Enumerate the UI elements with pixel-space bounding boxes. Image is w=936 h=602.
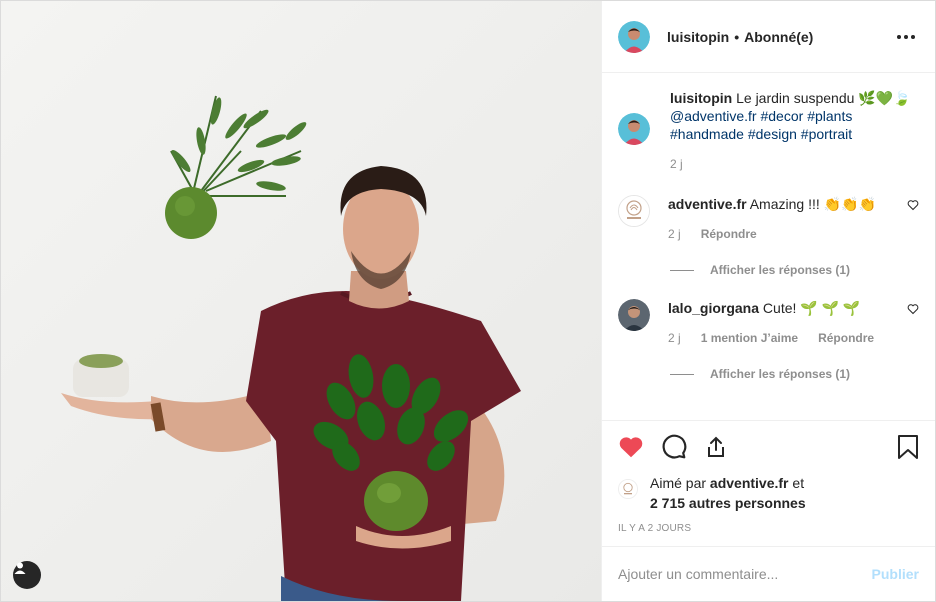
separator-dot: • (734, 28, 740, 45)
like-comment-heart-icon[interactable] (907, 199, 919, 211)
caption-username[interactable]: luisitopin (670, 90, 732, 106)
other-likers-link[interactable]: 2 715 autres personnes (650, 495, 806, 511)
hashtag[interactable]: #plants (807, 108, 852, 124)
more-options-icon[interactable] (893, 31, 919, 43)
view-replies-label: Afficher les réponses (1) (710, 367, 851, 381)
reply-button[interactable]: Répondre (818, 329, 874, 347)
side-panel: luisitopin • Abonné(e) luisitopin Le jar… (601, 1, 935, 601)
post-timestamp[interactable]: IL Y A 2 JOURS (618, 523, 919, 534)
view-replies-label: Afficher les réponses (1) (710, 263, 851, 277)
publish-button[interactable]: Publier (872, 566, 919, 582)
comment-username[interactable]: lalo_giorgana (668, 300, 759, 316)
caption: luisitopin Le jardin suspendu 🌿💚🍃 @adven… (618, 89, 919, 173)
caption-text-block: luisitopin Le jardin suspendu 🌿💚🍃 @adven… (670, 89, 911, 173)
hashtag[interactable]: #portrait (801, 126, 852, 142)
comment-age[interactable]: 2 j (668, 225, 681, 243)
comment-age[interactable]: 2 j (668, 329, 681, 347)
replies-divider (670, 373, 694, 375)
save-bookmark-icon[interactable] (897, 434, 919, 460)
view-replies-button[interactable]: Afficher les réponses (1) (670, 263, 919, 277)
add-comment-bar: Publier (602, 546, 935, 601)
comment-meta: 2 j 1 mention J’aime Répondre (668, 329, 908, 347)
like-heart-icon[interactable] (618, 434, 644, 460)
post-container: luisitopin • Abonné(e) luisitopin Le jar… (0, 0, 936, 602)
caption-text: Le jardin suspendu 🌿💚🍃 (736, 90, 911, 106)
post-header: luisitopin • Abonné(e) (602, 1, 935, 73)
action-icons (618, 421, 919, 473)
likes-prefix: Aimé par (650, 475, 707, 491)
comment-text: Cute! 🌱 🌱 🌱 (762, 300, 861, 316)
comments-list: luisitopin Le jardin suspendu 🌿💚🍃 @adven… (602, 73, 935, 420)
commenter-avatar[interactable] (618, 195, 650, 227)
photo-illustration (1, 1, 601, 601)
hashtag[interactable]: #decor (760, 108, 803, 124)
liker-username[interactable]: adventive.fr (710, 475, 789, 491)
comment-item: adventive.fr Amazing !!! 👏👏👏 2 j Répondr… (618, 195, 919, 243)
caption-mention[interactable]: @adventive.fr (670, 108, 757, 124)
user-icon (14, 562, 26, 574)
replies-divider (670, 269, 694, 271)
user-tags-button[interactable] (13, 561, 41, 589)
comment-icon[interactable] (661, 434, 687, 460)
view-replies-button[interactable]: Afficher les réponses (1) (670, 367, 919, 381)
comment-input[interactable] (618, 566, 872, 582)
comment-meta: 2 j Répondre (668, 225, 908, 243)
commenter-avatar[interactable] (618, 299, 650, 331)
liker-avatar[interactable] (618, 479, 638, 499)
comment-item: lalo_giorgana Cute! 🌱 🌱 🌱 2 j 1 mention … (618, 299, 919, 347)
comment-text: Amazing !!! 👏👏👏 (749, 196, 876, 212)
comment-like-count[interactable]: 1 mention J’aime (701, 329, 798, 347)
likes-conjunction: et (792, 475, 805, 491)
hashtag[interactable]: #handmade (670, 126, 744, 142)
comment-text-block: adventive.fr Amazing !!! 👏👏👏 2 j Répondr… (668, 195, 908, 243)
author-username[interactable]: luisitopin (667, 29, 729, 45)
comment-username[interactable]: adventive.fr (668, 196, 747, 212)
follow-status-button[interactable]: Abonné(e) (744, 29, 813, 45)
author-avatar[interactable] (618, 20, 650, 53)
post-photo[interactable] (1, 1, 601, 601)
likes-summary: Aimé par adventive.fr et 2 715 autres pe… (618, 473, 919, 513)
post-actions: Aimé par adventive.fr et 2 715 autres pe… (602, 420, 935, 546)
comment-text-block: lalo_giorgana Cute! 🌱 🌱 🌱 2 j 1 mention … (668, 299, 908, 347)
caption-age[interactable]: 2 j (670, 155, 683, 173)
reply-button[interactable]: Répondre (701, 225, 757, 243)
caption-meta: 2 j (670, 155, 911, 173)
share-icon[interactable] (704, 435, 728, 459)
caption-author-avatar[interactable] (618, 113, 650, 145)
likes-text: Aimé par adventive.fr et 2 715 autres pe… (650, 473, 806, 513)
hashtag[interactable]: #design (748, 126, 797, 142)
like-comment-heart-icon[interactable] (907, 303, 919, 315)
